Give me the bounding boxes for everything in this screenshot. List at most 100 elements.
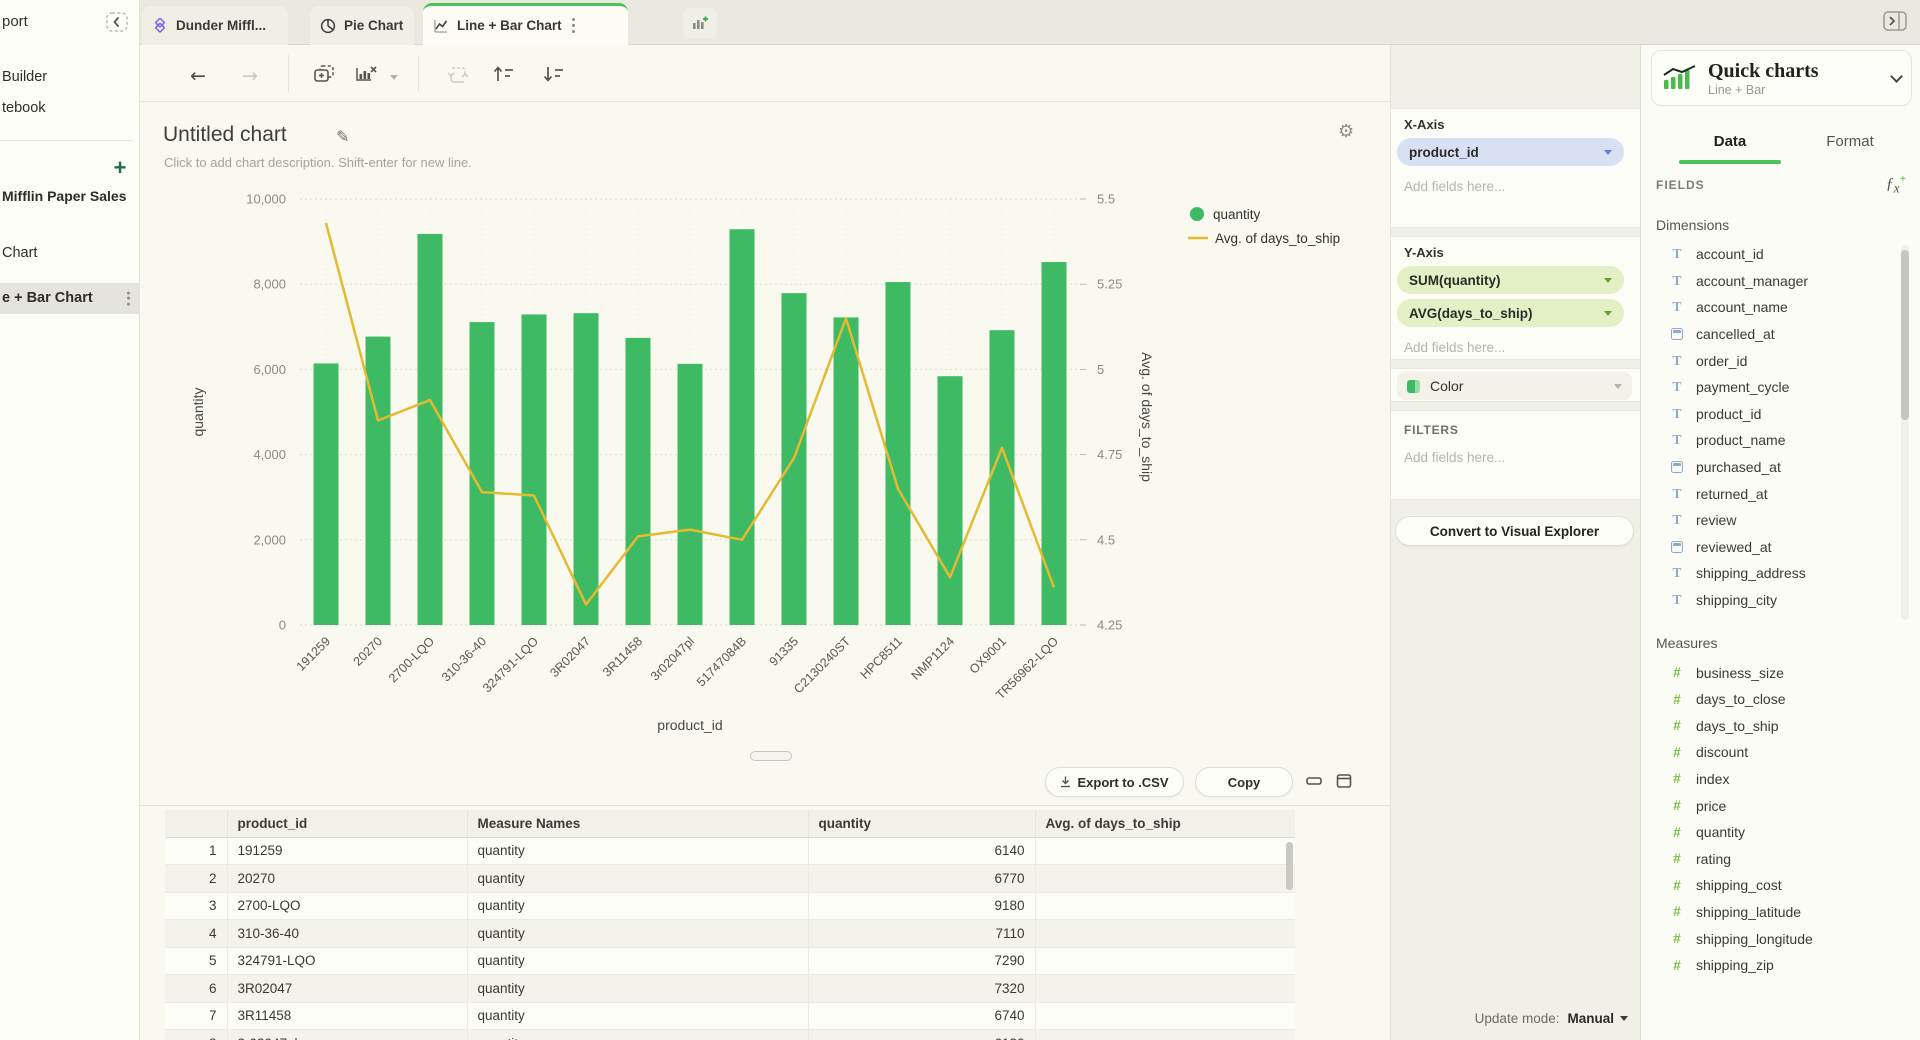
dimension-item-account_manager[interactable]: Taccount_manager	[1641, 268, 1920, 295]
measure-item-shipping_zip[interactable]: #shipping_zip	[1641, 952, 1920, 979]
sort-ascending-button[interactable]	[490, 63, 516, 89]
dimension-item-product_name[interactable]: Tproduct_name	[1641, 427, 1920, 454]
sort-descending-button[interactable]	[540, 63, 566, 89]
measure-item-rating[interactable]: #rating	[1641, 845, 1920, 872]
chevron-down-icon[interactable]	[390, 75, 398, 80]
measure-item-days_to_ship[interactable]: #days_to_ship	[1641, 713, 1920, 740]
bar-191259[interactable]	[314, 363, 339, 625]
bar-324791-LQO[interactable]	[522, 314, 547, 625]
duplicate-chart-button[interactable]	[312, 63, 336, 89]
bar-HPC8511[interactable]	[886, 282, 911, 625]
measure-item-shipping_cost[interactable]: #shipping_cost	[1641, 872, 1920, 899]
sidebar-item-builder[interactable]: Builder	[0, 64, 140, 90]
expand-table-icon[interactable]	[1335, 774, 1353, 790]
bar-3R02047[interactable]	[574, 313, 599, 625]
bar-NMP1124[interactable]	[938, 376, 963, 625]
measure-item-price[interactable]: #price	[1641, 792, 1920, 819]
export-csv-button[interactable]: Export to .CSV	[1045, 767, 1184, 797]
expand-right-panel-icon[interactable]	[1880, 8, 1910, 36]
chevron-down-icon[interactable]	[1620, 1016, 1628, 1021]
dimension-item-shipping_city[interactable]: Tshipping_city	[1641, 587, 1920, 614]
dimension-item-account_id[interactable]: Taccount_id	[1641, 241, 1920, 268]
chart-settings-gear-icon[interactable]: ⚙	[1338, 121, 1354, 142]
y-axis-field-pill-avg-days-to-ship[interactable]: AVG(days_to_ship)	[1397, 299, 1624, 327]
tab-data[interactable]: Data	[1679, 133, 1781, 150]
x-axis-field-pill[interactable]: product_id	[1397, 138, 1624, 166]
redo-forward-button[interactable]: →	[242, 67, 258, 86]
dimension-item-account_name[interactable]: Taccount_name	[1641, 294, 1920, 321]
measure-item-discount[interactable]: #discount	[1641, 739, 1920, 766]
sidebar-item-notebook[interactable]: tebook	[0, 95, 140, 121]
dimension-item-order_id[interactable]: Torder_id	[1641, 347, 1920, 374]
sidebar-item-chart[interactable]: Chart	[0, 240, 140, 266]
measure-item-quantity[interactable]: #quantity	[1641, 819, 1920, 846]
measure-item-index[interactable]: #index	[1641, 766, 1920, 793]
copy-button[interactable]: Copy	[1195, 767, 1293, 797]
tab-format[interactable]: Format	[1805, 133, 1895, 150]
kebab-menu-icon[interactable]	[127, 290, 130, 307]
convert-to-visual-explorer-button[interactable]: Convert to Visual Explorer	[1395, 516, 1634, 546]
bar-3R11458[interactable]	[626, 338, 651, 625]
dimension-item-cancelled_at[interactable]: cancelled_at	[1641, 321, 1920, 348]
table-row-5[interactable]: 5324791-LQOquantity7290	[165, 947, 1295, 975]
bar-OX9001[interactable]	[990, 330, 1015, 625]
bar-TR56962-LQO[interactable]	[1042, 262, 1067, 625]
table-row-6[interactable]: 63R02047quantity7320	[165, 975, 1295, 1003]
dimension-item-review[interactable]: Treview	[1641, 507, 1920, 534]
color-row[interactable]: Color	[1397, 372, 1632, 400]
chart-type-selector[interactable]: Quick charts Line + Bar	[1651, 50, 1912, 106]
dimension-item-reviewed_at[interactable]: reviewed_at	[1641, 534, 1920, 561]
tab-pie-chart[interactable]: Pie Chart	[310, 6, 414, 45]
x-axis-add-fields-dropzone[interactable]: Add fields here...	[1404, 179, 1640, 194]
chevron-down-icon[interactable]	[1604, 150, 1612, 155]
swap-axes-button[interactable]	[446, 63, 470, 91]
edit-title-pencil-icon[interactable]: ✎	[336, 127, 349, 146]
collapse-sidebar-icon[interactable]	[103, 9, 131, 37]
add-calculated-field-fx-icon[interactable]: ƒx+	[1886, 173, 1906, 197]
dimension-item-shipping_address[interactable]: Tshipping_address	[1641, 560, 1920, 587]
collapse-table-icon[interactable]	[1305, 774, 1323, 790]
y-axis-field-pill-sum-quantity[interactable]: SUM(quantity)	[1397, 266, 1624, 294]
update-mode-control[interactable]: Update mode: Manual	[1475, 1011, 1628, 1026]
bar-3r02047pl[interactable]	[678, 364, 703, 625]
measure-item-business_size[interactable]: #business_size	[1641, 659, 1920, 686]
table-row-2[interactable]: 220270quantity6770	[165, 865, 1295, 893]
add-item-button[interactable]: +	[106, 154, 134, 182]
table-scrollbar[interactable]	[1286, 842, 1293, 890]
fields-scrollbar[interactable]	[1901, 245, 1909, 620]
undo-back-button[interactable]: ←	[190, 67, 206, 86]
fields-scrollbar-thumb[interactable]	[1901, 250, 1909, 420]
new-chart-tab-button[interactable]	[683, 8, 717, 38]
remove-measure-button[interactable]	[354, 63, 380, 89]
chart-description-placeholder[interactable]: Click to add chart description. Shift-en…	[164, 155, 472, 170]
measure-item-shipping_latitude[interactable]: #shipping_latitude	[1641, 899, 1920, 926]
tab-line-bar-chart[interactable]: Line + Bar Chart	[423, 3, 628, 45]
chevron-down-icon[interactable]	[1604, 311, 1612, 316]
table-row-1[interactable]: 1191259quantity6140	[165, 837, 1295, 865]
tab-dunder-mifflin[interactable]: Dunder Miffl...	[142, 6, 288, 45]
dimension-item-product_id[interactable]: Tproduct_id	[1641, 401, 1920, 428]
measure-item-days_to_close[interactable]: #days_to_close	[1641, 686, 1920, 713]
dimension-item-purchased_at[interactable]: purchased_at	[1641, 454, 1920, 481]
chevron-down-icon[interactable]	[1614, 384, 1622, 389]
sidebar-item-mifflin-paper-sales[interactable]: Mifflin Paper Sales	[0, 183, 140, 209]
table-row-4[interactable]: 4310-36-40quantity7110	[165, 920, 1295, 948]
bar-310-36-40[interactable]	[470, 322, 495, 625]
filters-add-fields-dropzone[interactable]: Add fields here...	[1404, 450, 1640, 465]
table-row-7[interactable]: 73R11458quantity6740	[165, 1002, 1295, 1030]
dimension-item-returned_at[interactable]: Treturned_at	[1641, 480, 1920, 507]
bar-C2130240ST[interactable]	[834, 317, 859, 625]
bar-2700-LQO[interactable]	[418, 234, 443, 625]
chart-canvas[interactable]: 02,0004,0006,0008,00010,0004.254.54.7555…	[140, 180, 1390, 758]
table-row-3[interactable]: 32700-LQOquantity9180	[165, 892, 1295, 920]
tab-kebab-menu-icon[interactable]	[572, 17, 575, 34]
chevron-down-icon[interactable]	[1604, 278, 1612, 283]
y-axis-add-fields-dropzone[interactable]: Add fields here...	[1404, 340, 1640, 355]
bar-20270[interactable]	[366, 337, 391, 625]
dimension-item-payment_cycle[interactable]: Tpayment_cycle	[1641, 374, 1920, 401]
chevron-down-icon[interactable]	[1890, 70, 1903, 83]
table-row-8[interactable]: 83r02047plquantity6130	[165, 1030, 1295, 1040]
bar-51747084B[interactable]	[730, 229, 755, 625]
sidebar-item-line-bar-chart[interactable]: e + Bar Chart	[0, 283, 140, 314]
chart-title[interactable]: Untitled chart	[163, 123, 287, 147]
